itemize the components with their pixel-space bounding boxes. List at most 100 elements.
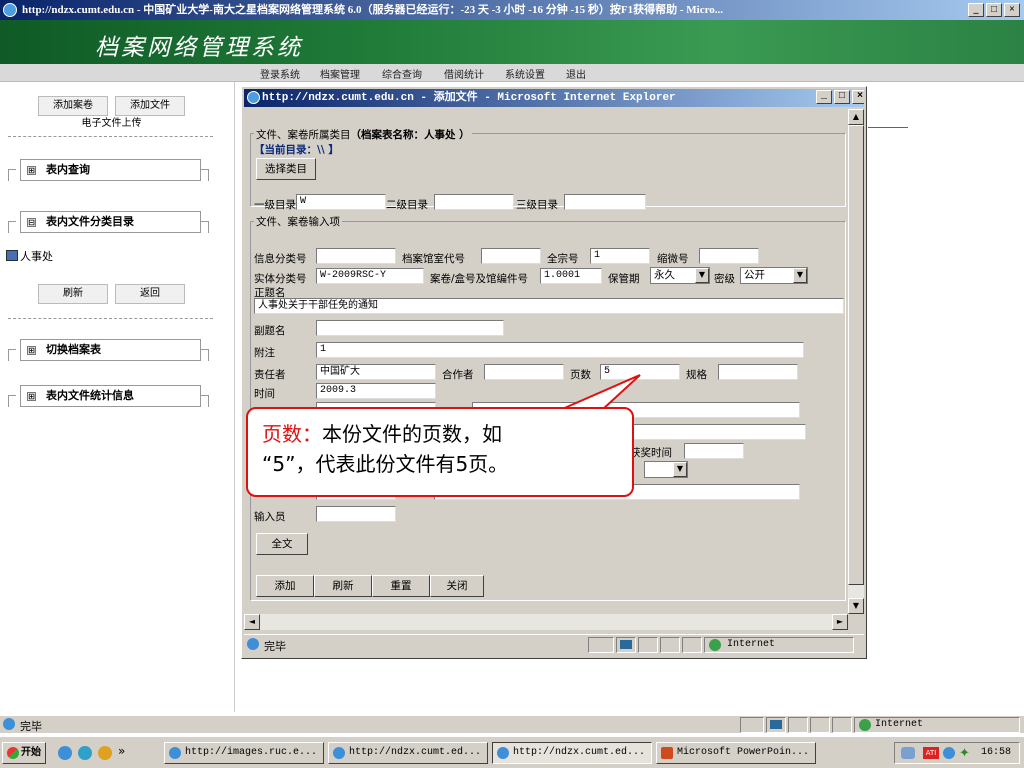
add-button[interactable]: 添加 — [256, 575, 314, 597]
maximize-button[interactable]: □ — [834, 90, 850, 104]
task-images-ruc[interactable]: http://images.ruc.e... — [164, 742, 324, 764]
callout-label: 页数： — [262, 422, 322, 446]
upload-file-link[interactable]: 电子文件上传 — [38, 115, 185, 135]
section-file-catalog[interactable]: ⊟ 表内文件分类目录 — [8, 211, 213, 233]
nav-logout[interactable]: 退出 — [566, 66, 586, 81]
nav-bar: 登录系统 档案管理 综合查询 借阅统计 系统设置 退出 — [0, 64, 1024, 82]
refresh-button[interactable]: 刷新 — [38, 284, 108, 304]
subtitle-input[interactable] — [316, 320, 504, 336]
category-legend: 文件、案卷所属类目（档案表名称：人事处 ） — [254, 127, 472, 142]
level2-input[interactable] — [434, 194, 514, 210]
window-title: http://ndzx.cumt.edu.cn - 中国矿业大学-南大之星档案网… — [22, 4, 724, 16]
divider — [8, 136, 213, 137]
ie-quicklaunch-icon[interactable] — [78, 746, 92, 760]
choose-category-button[interactable]: 选择类目 — [256, 158, 316, 180]
start-button[interactable]: 开始 — [2, 742, 46, 764]
back-button[interactable]: 返回 — [115, 284, 185, 304]
room-code-label: 档案馆室代号 — [402, 253, 465, 265]
windows-logo-icon — [7, 747, 19, 759]
ie-page-icon — [247, 638, 259, 650]
info-cat-input[interactable] — [316, 248, 396, 264]
section-file-stats[interactable]: ⊞ 表内文件统计信息 — [8, 385, 213, 407]
close-button[interactable]: × — [852, 90, 864, 104]
micro-input[interactable] — [699, 248, 759, 264]
scroll-up-icon[interactable]: ▲ — [848, 109, 864, 125]
maximize-button[interactable]: □ — [986, 3, 1002, 17]
system-tray: ATI ✦ 16:58 — [894, 742, 1020, 764]
scroll-thumb[interactable] — [848, 125, 864, 585]
room-code-input[interactable] — [481, 248, 541, 264]
tree-item-personnel[interactable]: 人事处 — [6, 248, 53, 264]
entity-cat-label: 实体分类号 — [254, 273, 307, 285]
folder-icon — [6, 250, 18, 261]
fonds-input[interactable]: 1 — [590, 248, 650, 264]
task-powerpoint[interactable]: Microsoft PowerPoin... — [656, 742, 816, 764]
level1-input[interactable]: W — [296, 194, 386, 210]
info-cat-label: 信息分类号 — [254, 253, 307, 265]
nav-login[interactable]: 登录系统 — [260, 66, 300, 81]
window-titlebar: http://ndzx.cumt.edu.cn - 中国矿业大学-南大之星档案网… — [0, 0, 1024, 20]
refresh-button[interactable]: 刷新 — [314, 575, 372, 597]
expand-icon: ⊞ — [27, 166, 36, 175]
callout-line1: 本份文件的页数，如 — [322, 422, 502, 446]
ie-icon — [247, 91, 260, 104]
entity-cat-input[interactable]: W-2009RSC-Y — [316, 268, 424, 284]
responsible-input[interactable]: 中国矿大 — [316, 364, 436, 380]
add-file-button[interactable]: 添加文件 — [115, 96, 185, 116]
scroll-left-icon[interactable]: ◄ — [244, 614, 260, 630]
entry-person-input[interactable] — [316, 506, 396, 522]
reset-button[interactable]: 重置 — [372, 575, 430, 597]
add-volume-button[interactable]: 添加案卷 — [38, 96, 108, 116]
spec-input[interactable] — [718, 364, 798, 380]
box-no-input[interactable]: 1.0001 — [540, 268, 602, 284]
scroll-right-icon[interactable]: ► — [832, 614, 848, 630]
vertical-scrollbar[interactable]: ▲ ▼ — [848, 109, 864, 614]
nav-borrow-stats[interactable]: 借阅统计 — [444, 66, 484, 81]
task-ndzx-2[interactable]: http://ndzx.cumt.ed... — [492, 742, 652, 764]
level1-label: 一级目录 — [254, 199, 296, 211]
app-quicklaunch-icon[interactable] — [98, 746, 112, 760]
period-label: 保管期 — [608, 273, 640, 285]
horizontal-scrollbar[interactable]: ◄ ► — [244, 614, 848, 630]
note-input[interactable]: 1 — [316, 342, 804, 358]
close-button[interactable]: 关闭 — [430, 575, 484, 597]
ati-icon[interactable]: ATI — [923, 747, 939, 759]
globe-icon — [859, 719, 871, 731]
section-label: 表内文件统计信息 — [46, 389, 134, 402]
task-ndzx-1[interactable]: http://ndzx.cumt.ed... — [328, 742, 488, 764]
chevron-down-icon: ▼ — [673, 462, 687, 477]
network-icon[interactable] — [901, 747, 915, 759]
box-no-label: 案卷/盒号及馆编件号 — [430, 273, 529, 285]
minimize-button[interactable]: _ — [968, 3, 984, 17]
responsible-label: 责任者 — [254, 369, 286, 381]
main-statusbar: 完毕 Internet — [0, 715, 1024, 733]
secret-label: 密级 — [714, 273, 735, 285]
more-chevron-icon[interactable]: » — [118, 744, 125, 758]
coauthor-label: 合作者 — [442, 369, 474, 381]
nav-system-settings[interactable]: 系统设置 — [505, 66, 545, 81]
section-label: 切换档案表 — [46, 343, 101, 356]
close-button[interactable]: × — [1004, 3, 1020, 17]
period-select[interactable]: 永久 ▼ — [650, 267, 710, 284]
level3-input[interactable] — [564, 194, 646, 210]
callout-line2: “5”，代表此份文件有5页。 — [262, 452, 509, 476]
scroll-down-icon[interactable]: ▼ — [848, 598, 864, 614]
time-input[interactable]: 2009.3 — [316, 383, 436, 399]
popup-titlebar: http://ndzx.cumt.edu.cn - 添加文件 - Microso… — [244, 89, 864, 107]
main-title-input[interactable]: 人事处关于干部任免的通知 — [254, 298, 844, 314]
chevron-down-icon: ▼ — [695, 268, 709, 283]
hidden-select[interactable]: ▼ — [644, 461, 688, 478]
ie-quicklaunch-icon[interactable] — [58, 746, 72, 760]
tray-app-icon[interactable] — [943, 747, 955, 759]
expand-icon: ⊞ — [27, 346, 36, 355]
secret-select[interactable]: 公开 ▼ — [740, 267, 808, 284]
nav-combined-query[interactable]: 综合查询 — [382, 66, 422, 81]
section-table-query[interactable]: ⊞ 表内查询 — [8, 159, 213, 181]
tray-sync-icon[interactable]: ✦ — [959, 746, 970, 761]
security-icon — [766, 717, 786, 733]
section-switch-table[interactable]: ⊞ 切换档案表 — [8, 339, 213, 361]
award-time-input[interactable] — [684, 443, 744, 459]
minimize-button[interactable]: _ — [816, 90, 832, 104]
nav-archive-manage[interactable]: 档案管理 — [320, 66, 360, 81]
fulltext-button[interactable]: 全文 — [256, 533, 308, 555]
